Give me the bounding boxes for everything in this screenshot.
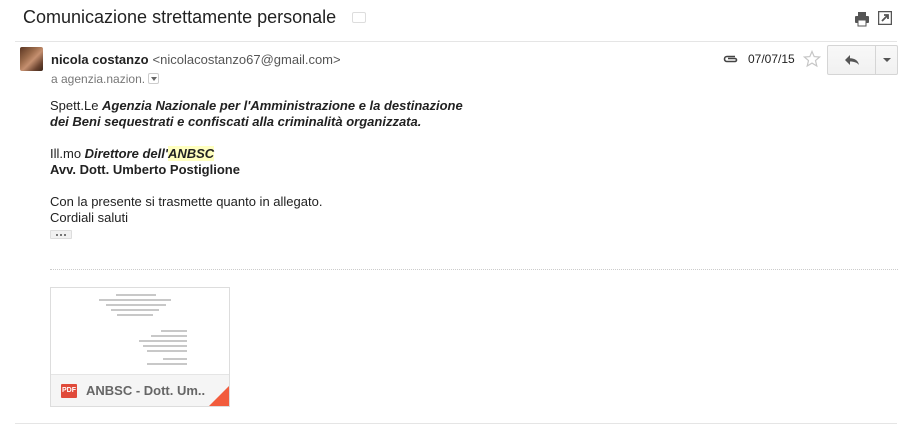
recipient: a agenzia.nazion. [51,72,146,86]
sender-name[interactable]: nicola costanzo [51,52,149,67]
salutation-line-2: dei Beni sequestrati e confiscati alla c… [50,114,463,130]
attachment-footer: PDF ANBSC - Dott. Um.. [51,374,229,406]
director-line: Ill.mo Direttore dell'ANBSC [50,146,463,162]
star-icon[interactable] [803,50,821,68]
director-name: Avv. Dott. Umberto Postiglione [50,162,240,177]
email-subject: Comunicazione strettamente personale [23,7,337,27]
director-title: Direttore dell' [84,146,168,161]
more-actions-button[interactable] [876,46,897,74]
chevron-down-icon [882,58,891,62]
recipient-line: a agenzia.nazion. [51,72,160,86]
attachment-thumbnail [51,288,229,374]
subject-bar: Comunicazione strettamente personale [0,0,917,40]
salutation-line-1: Spett.Le Agenzia Nazionale per l'Amminis… [50,98,463,114]
label-tag-icon[interactable] [352,12,366,23]
reply-button[interactable] [828,46,876,74]
print-icon[interactable] [854,11,870,27]
attachment-corner [209,386,229,406]
message-date: 07/07/15 [748,52,795,66]
message-body: Spett.Le Agenzia Nazionale per l'Amminis… [50,98,463,226]
show-trimmed-content-button[interactable] [50,230,72,239]
reply-button-group [827,45,898,75]
show-details-button[interactable] [148,73,160,85]
pdf-icon: PDF [61,384,77,398]
director-org: ANBSC [167,146,215,161]
sender-email: <nicolacostanzo67@gmail.com> [152,52,341,67]
director-prefix: Ill.mo [50,146,85,161]
agency-name-line-2: dei Beni sequestrati e confiscati alla c… [50,114,422,129]
agency-name-line-1: Agenzia Nazionale per l'Amministrazione … [102,98,463,113]
divider [15,41,897,42]
sender-line: nicola costanzo <nicolacostanzo67@gmail.c… [51,52,341,67]
sender-avatar[interactable] [20,47,43,71]
attachment-name[interactable]: ANBSC - Dott. Um.. [86,383,205,398]
popout-icon[interactable] [878,11,892,25]
reply-icon [844,55,859,65]
attachment-card[interactable]: PDF ANBSC - Dott. Um.. [50,287,230,407]
body-text-line-1: Con la presente si trasmette quanto in a… [50,194,323,209]
salutation-prefix: Spett.Le [50,98,103,113]
paperclip-icon [723,55,738,63]
attachments-divider [50,269,898,270]
body-text-line-2: Cordiali saluti [50,210,129,225]
